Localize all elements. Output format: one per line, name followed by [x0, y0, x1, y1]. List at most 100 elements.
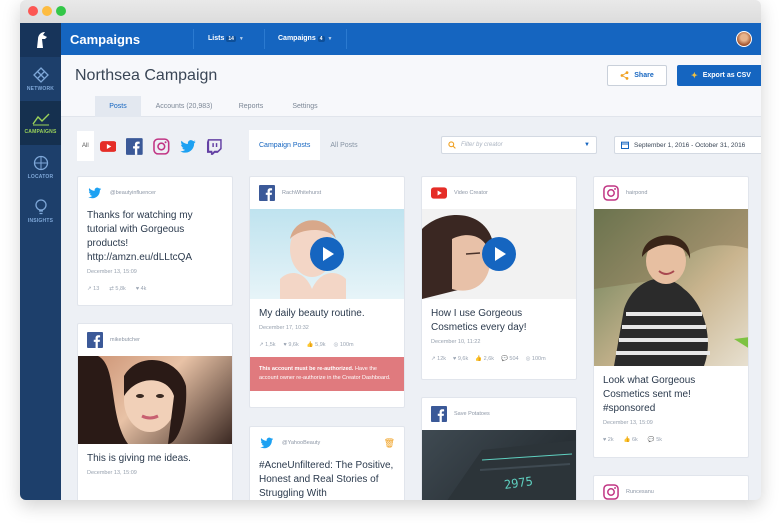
facebook-icon[interactable] [126, 137, 144, 155]
app-logo[interactable] [20, 23, 61, 57]
horse-logo-icon [36, 32, 47, 48]
nav-campaigns[interactable]: CAMPAIGNS [20, 101, 61, 145]
stat-likes: ♥ 9,6k [453, 356, 469, 362]
creator-filter-input[interactable]: Filter by creator ▼ [441, 136, 597, 154]
top-tab-campaigns[interactable]: Campaigns 4 ▼ [278, 35, 332, 42]
minimize-window-button[interactable] [42, 6, 52, 16]
stat-value: 2,6k [483, 356, 495, 362]
stat-value: 100m [531, 356, 546, 362]
locator-icon [33, 155, 48, 170]
post-card-header: hairpond [594, 177, 748, 209]
stat-likes: ♥ 9,6k [283, 342, 299, 348]
post-author: mikebutcher [110, 337, 140, 343]
post-card[interactable]: Save Potatoes 2975 [421, 397, 577, 500]
twitter-icon[interactable] [180, 138, 197, 155]
nav-insights[interactable]: INSIGHTS [20, 189, 61, 233]
tab-reports[interactable]: Reports [229, 96, 273, 117]
instagram-icon [603, 484, 619, 500]
export-csv-button[interactable]: ✦ Export as CSV [677, 65, 761, 86]
export-icon: ✦ [691, 71, 698, 80]
twitter-icon [88, 187, 102, 199]
chevron-down-icon: ▼ [327, 36, 333, 42]
post-text: My daily beauty routine. [259, 308, 365, 319]
nav-locator[interactable]: LOCATOR [20, 145, 61, 189]
tab-campaign-posts[interactable]: Campaign Posts [249, 130, 321, 160]
post-author: RachWhitehurst [282, 190, 322, 196]
post-card-header: Video Creator [422, 177, 576, 209]
stat-comments: 💬 5k [647, 437, 663, 443]
instagram-icon[interactable] [153, 137, 170, 155]
stat-comments: 💬 504 [501, 356, 519, 362]
stat-retweets: ⇄ 5,8k [109, 286, 126, 292]
post-image: 2975 [422, 430, 576, 500]
share-button-label: Share [634, 72, 654, 79]
stat-value: 5,9k [315, 342, 326, 348]
instagram-icon [603, 185, 619, 201]
post-card[interactable]: mikebutcher This is giving me ideas. Dec… [77, 323, 233, 500]
post-video-thumbnail[interactable] [422, 209, 576, 299]
post-card[interactable]: Runcesanu [593, 475, 749, 500]
youtube-icon[interactable] [99, 138, 117, 155]
post-video-thumbnail[interactable] [250, 209, 404, 299]
calendar-icon [621, 141, 629, 149]
stat-reactions: 👍 6k [623, 437, 638, 443]
post-card-header: Save Potatoes [422, 398, 576, 430]
post-text: How I use Gorgeous Cosmetics every day! [431, 308, 527, 333]
play-icon[interactable] [310, 237, 344, 271]
post-stats: ↗ 13 ⇄ 5,8k ♥ 4k [78, 275, 232, 301]
nav-network[interactable]: NETWORK [20, 57, 61, 101]
post-card[interactable]: Video Creator How I use Gorgeous Cosmeti… [421, 176, 577, 380]
tab-accounts[interactable]: Accounts (20,983) [147, 96, 221, 117]
insights-icon [34, 198, 47, 214]
stat-reactions: 👍 2,6k [475, 356, 495, 362]
post-text: Look what Gorgeous Cosmetics sent me! #s… [603, 375, 696, 414]
woman-sitting-image [594, 209, 748, 366]
post-stats: ♥ 2k 👍 6k 💬 5k [594, 426, 748, 452]
post-author: @beautyinfluencer [110, 190, 156, 196]
tab-posts[interactable]: Posts [95, 96, 141, 117]
app-title: Campaigns [70, 32, 141, 47]
stat-value: 1,5k [265, 342, 276, 348]
twitch-icon[interactable] [206, 138, 223, 155]
posts-content: All Campaign Posts All Posts Filter by c… [61, 118, 761, 500]
post-image [78, 356, 232, 444]
network-filter: All [77, 130, 233, 162]
stat-value: 5,8k [115, 286, 126, 292]
network-icon [32, 66, 49, 83]
share-button[interactable]: Share [607, 65, 667, 86]
trash-icon[interactable]: 🗑 [384, 438, 395, 449]
stat-likes: ♥ 2k [603, 437, 614, 443]
post-card[interactable]: @YahooBeauty 🗑 #AcneUnfiltered: The Posi… [249, 426, 405, 500]
stat-shares: ↗ 12k [431, 356, 447, 362]
top-tab-lists[interactable]: Lists 14 ▼ [208, 35, 244, 42]
alert-title: This account must be re-authorized. [259, 366, 354, 372]
facebook-icon [431, 406, 447, 422]
tab-settings[interactable]: Settings [281, 96, 329, 117]
play-icon[interactable] [482, 237, 516, 271]
post-card-header: mikebutcher [78, 324, 232, 356]
lists-count-badge: 14 [226, 36, 236, 42]
export-button-label: Export as CSV [702, 72, 751, 79]
post-card[interactable]: @beautyinfluencer Thanks for watching my… [77, 176, 233, 306]
top-bar: Campaigns Lists 14 ▼ Campaigns 4 ▼ [61, 23, 761, 55]
date-range-label: September 1, 2016 - October 31, 2016 [634, 141, 746, 149]
nav-locator-label: LOCATOR [27, 173, 54, 180]
filter-all-button[interactable]: All [77, 131, 94, 161]
stat-views: ◎ 100m [333, 342, 354, 348]
tab-all-posts[interactable]: All Posts [320, 130, 367, 160]
post-date: December 13, 15:09 [603, 420, 653, 426]
stat-value: 2k [607, 437, 614, 443]
post-card[interactable]: hairpond Look what Gorgeous Cosmetics se… [593, 176, 749, 458]
post-card-header: @YahooBeauty 🗑 [250, 427, 404, 459]
post-card-header: @beautyinfluencer [78, 177, 232, 209]
facebook-icon [259, 185, 275, 201]
stat-value: 504 [509, 356, 519, 362]
close-window-button[interactable] [28, 6, 38, 16]
post-card[interactable]: RachWhitehurst My daily beauty routine. … [249, 176, 405, 408]
user-avatar[interactable] [736, 31, 752, 47]
post-text: #AcneUnfiltered: The Positive, Honest an… [259, 460, 394, 499]
date-range-picker[interactable]: September 1, 2016 - October 31, 2016 [614, 136, 761, 154]
stat-value: 4k [140, 286, 147, 292]
top-tab-lists-label: Lists [208, 35, 225, 42]
zoom-window-button[interactable] [56, 6, 66, 16]
